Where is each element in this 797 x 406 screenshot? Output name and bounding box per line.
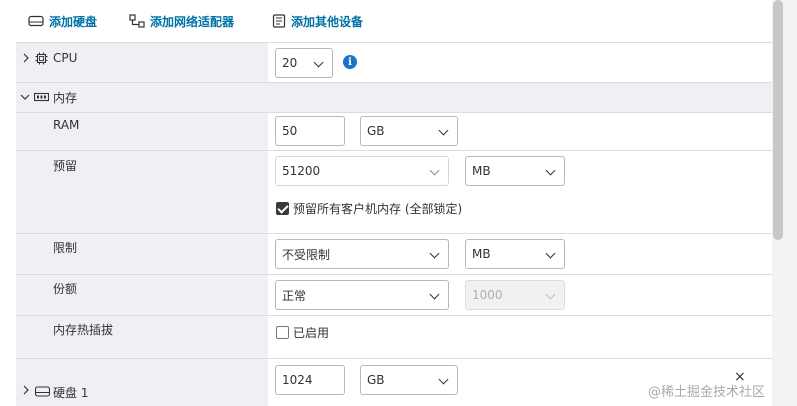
info-icon[interactable]: i [343,55,357,69]
cpu-value-cell: 20 i [268,43,772,82]
memory-row: 内存 [16,82,772,112]
hot-plug-value-cell: 已启用 [268,316,772,358]
cpu-row: CPU 20 i [16,42,772,82]
hot-plug-label: 内存热插拔 [53,323,114,337]
cpu-count-value: 20 [282,56,298,70]
scrollbar-thumb[interactable] [773,0,783,240]
ram-unit-value: GB [367,124,385,138]
limit-select[interactable]: 不受限制 [275,239,449,269]
limit-unit-select[interactable]: MB [465,239,565,269]
shares-value-cell: 正常 1000 [268,275,772,315]
reserve-all-checkbox-box[interactable] [276,202,289,215]
reservation-unit-value: MB [472,164,491,178]
reservation-value-cell: 51200 MB 预留所有客户机内存 (全部锁定) [268,151,772,233]
cpu-count-select[interactable]: 20 [275,48,333,78]
add-network-adapter-label: 添加网络适配器 [150,14,235,29]
disk1-size-value: 1024 [282,373,313,387]
ram-size-value: 50 [282,124,298,138]
limit-label: 限制 [53,241,78,255]
ram-size-input[interactable]: 50 [275,116,345,146]
memory-label: 内存 [53,91,78,105]
device-icon [272,14,286,28]
reservation-row: 预留 51200 MB 预留所有客户机内存 (全部锁定) [16,150,772,233]
shares-row: 份额 正常 1000 [16,274,772,315]
memory-label-cell: 内存 [16,83,268,112]
hot-plug-checkbox-box[interactable] [276,326,289,339]
disk1-label-cell: 硬盘 1 [16,359,268,406]
disk1-unit-value: GB [367,373,385,387]
add-disk-button[interactable]: 添加硬盘 [28,0,97,42]
disk1-label: 硬盘 1 [53,386,89,400]
cpu-label: CPU [53,51,78,65]
hardware-grid: CPU 20 i 内存 RAM 50 GB 预留 51200 MB 预留所有客户… [16,42,772,406]
memory-icon [34,92,49,102]
limit-row: 限制 不受限制 MB [16,233,772,274]
ram-value-cell: 50 GB [268,113,772,150]
cpu-label-cell: CPU [16,43,268,82]
cpu-icon [35,52,48,65]
hot-plug-checkbox-label: 已启用 [293,326,330,340]
reservation-label: 预留 [53,159,78,173]
shares-number-select: 1000 [465,280,565,310]
add-network-adapter-button[interactable]: 添加网络适配器 [129,0,234,42]
limit-label-cell: 限制 [16,234,268,274]
hard-disk-icon [35,386,50,397]
hard-disk-icon [28,15,44,27]
limit-value: 不受限制 [282,247,331,262]
hot-plug-row: 内存热插拔 已启用 [16,315,772,358]
memory-value-cell [268,83,772,112]
chevron-right-icon[interactable] [22,385,30,395]
shares-number-value: 1000 [472,288,503,302]
hot-plug-label-cell: 内存热插拔 [16,316,268,358]
add-disk-label: 添加硬盘 [49,14,98,29]
shares-level-value: 正常 [282,288,307,303]
ram-unit-select[interactable]: GB [360,116,458,146]
reservation-unit-select[interactable]: MB [465,156,565,186]
limit-unit-value: MB [472,247,491,261]
limit-value-cell: 不受限制 MB [268,234,772,274]
reservation-label-cell: 预留 [16,151,268,233]
add-other-device-label: 添加其他设备 [291,14,364,29]
network-adapter-icon [129,14,145,28]
reserve-all-memory-checkbox[interactable]: 预留所有客户机内存 (全部锁定) [276,200,462,217]
toolbar: 添加硬盘 添加网络适配器 添加其他设备 [0,0,772,42]
ram-label-cell: RAM [16,113,268,150]
ram-label: RAM [53,118,80,132]
shares-level-select[interactable]: 正常 [275,280,449,310]
add-other-device-button[interactable]: 添加其他设备 [272,0,363,42]
hot-plug-enabled-checkbox[interactable]: 已启用 [276,324,329,341]
reservation-amount-select[interactable]: 51200 [275,156,449,186]
watermark: @稀土掘金技术社区 [648,385,766,400]
chevron-right-icon[interactable] [22,53,30,63]
disk1-unit-select[interactable]: GB [360,365,458,395]
shares-label: 份额 [53,282,78,296]
shares-label-cell: 份额 [16,275,268,315]
chevron-down-icon[interactable] [20,93,30,101]
ram-row: RAM 50 GB [16,112,772,150]
reservation-amount-value: 51200 [282,164,321,178]
reserve-all-checkbox-label: 预留所有客户机内存 (全部锁定) [293,202,463,216]
disk1-size-input[interactable]: 1024 [275,365,345,395]
vertical-scrollbar[interactable] [772,0,797,406]
